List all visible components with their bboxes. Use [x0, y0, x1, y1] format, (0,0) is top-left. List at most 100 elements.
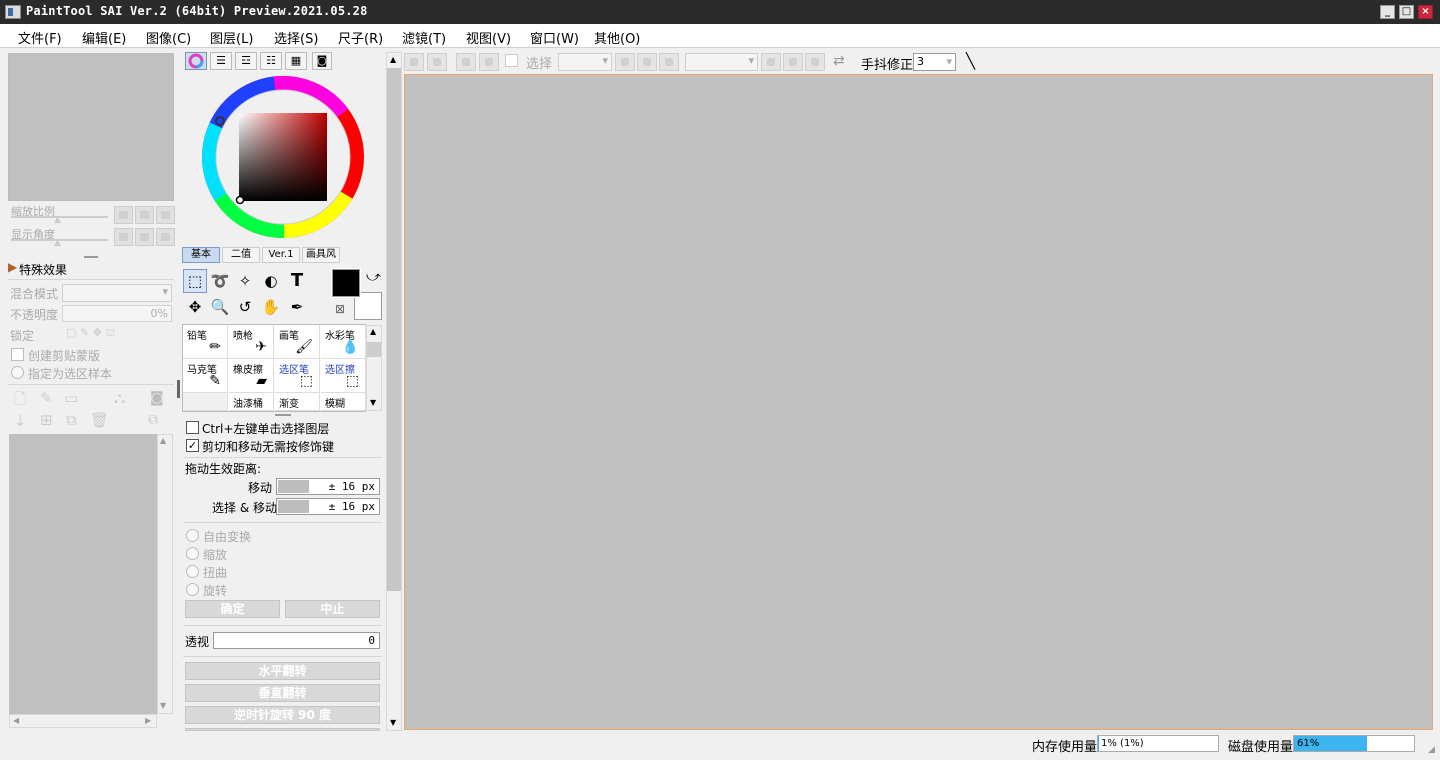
scroll-down-icon[interactable]: ▼: [390, 718, 396, 727]
menu-layer[interactable]: 图层(L): [210, 28, 253, 47]
rgb-sliders-tab[interactable]: ☰: [210, 52, 232, 70]
lasso-tool[interactable]: ➰: [208, 269, 232, 293]
angle-select[interactable]: [685, 53, 758, 71]
menu-filter[interactable]: 滤镜(T): [402, 28, 446, 47]
zoom-slider-thumb[interactable]: ▲: [54, 215, 61, 225]
rect-select-tool[interactable]: ⬚: [183, 269, 207, 293]
text-tool[interactable]: T: [285, 269, 309, 293]
invert-selection-button[interactable]: [479, 53, 499, 71]
left-panel-splitter[interactable]: [177, 380, 180, 398]
menu-ruler[interactable]: 尺子(R): [338, 28, 383, 47]
swatches-tab[interactable]: ☷: [260, 52, 282, 70]
transparent-color-icon[interactable]: ⊠: [335, 302, 345, 316]
scale-radio[interactable]: [186, 547, 199, 560]
brush-cell[interactable]: 选区擦 ⬚: [321, 359, 366, 393]
select-checkbox[interactable]: [505, 54, 518, 67]
brush-cell[interactable]: 模糊: [321, 393, 366, 411]
eyedropper-tool[interactable]: ✒: [285, 295, 309, 319]
color-mixer-tab[interactable]: ◙: [312, 52, 332, 70]
tab-ver1[interactable]: Ver.1: [262, 247, 300, 263]
flip-horizontal-button[interactable]: 水平翻转: [185, 662, 380, 680]
brush-scroll-thumb[interactable]: [367, 342, 381, 357]
duplicate-icon[interactable]: ⧉: [148, 412, 158, 428]
brush-cell[interactable]: 油漆桶: [229, 393, 274, 411]
rotate-radio[interactable]: [186, 583, 199, 596]
minimize-button[interactable]: _: [1380, 5, 1395, 19]
menu-window[interactable]: 窗口(W): [530, 28, 579, 47]
brush-cell[interactable]: 画笔 🖌: [275, 325, 320, 359]
cut-move-checkbox[interactable]: ✓: [186, 439, 199, 452]
clip-mask-checkbox[interactable]: [11, 348, 24, 361]
layer-list[interactable]: [9, 434, 157, 714]
trash-icon[interactable]: 🗑: [90, 411, 109, 429]
panel-splitter[interactable]: [84, 256, 98, 258]
distort-radio[interactable]: [186, 565, 199, 578]
perspective-field[interactable]: 0: [213, 632, 380, 649]
lock-icons[interactable]: ▢ ✎ ✥ ⛫: [66, 326, 115, 341]
brush-cell[interactable]: 马克笔 ✎: [183, 359, 228, 393]
zoom-in-button[interactable]: [637, 53, 657, 71]
color-wheel[interactable]: [200, 74, 368, 242]
layer-list-hscroll[interactable]: [9, 714, 157, 728]
rotate-right-button[interactable]: [783, 53, 803, 71]
stabilizer-select[interactable]: 3: [913, 53, 956, 71]
brush-cell[interactable]: 橡皮擦 ▰: [229, 359, 274, 393]
scroll-down-icon[interactable]: ▼: [370, 398, 376, 407]
undo-button[interactable]: [404, 53, 424, 71]
scroll-up-icon[interactable]: ▲: [390, 55, 396, 64]
swap-colors-icon[interactable]: ⤻: [366, 269, 381, 285]
straight-line-icon[interactable]: ╲: [966, 52, 975, 70]
confirm-button[interactable]: 确定: [185, 600, 280, 618]
move-distance-field[interactable]: ± 16 px: [276, 478, 380, 495]
menu-file[interactable]: 文件(F): [18, 28, 62, 47]
new-folder-icon[interactable]: ▭: [64, 389, 78, 407]
menu-edit[interactable]: 编辑(E): [82, 28, 126, 47]
scroll-right-icon[interactable]: ▶: [145, 716, 151, 725]
nav-rotate-left-button[interactable]: [114, 228, 133, 246]
add-layer-icon[interactable]: ⊞: [40, 411, 53, 429]
rotate-left-button[interactable]: [761, 53, 781, 71]
resize-grip-icon[interactable]: ◢: [1428, 745, 1435, 755]
free-transform-radio[interactable]: [186, 529, 199, 542]
ctrl-click-checkbox[interactable]: [186, 421, 199, 434]
zoom-tool[interactable]: 🔍: [208, 295, 232, 319]
mask-icon[interactable]: ◙: [150, 390, 164, 406]
scroll-down-icon[interactable]: ▼: [160, 701, 166, 710]
menu-image[interactable]: 图像(C): [146, 28, 191, 47]
opacity-field[interactable]: 0%: [62, 305, 172, 322]
canvas[interactable]: [404, 74, 1433, 730]
sel-source-radio[interactable]: [11, 366, 24, 379]
middle-scroll-thumb[interactable]: [387, 68, 401, 591]
deselect-button[interactable]: [456, 53, 476, 71]
nav-rotate-reset-button[interactable]: [156, 228, 175, 246]
zoom-select[interactable]: [558, 53, 612, 71]
expand-arrow-icon[interactable]: ▶: [8, 260, 17, 274]
color-wheel-tab[interactable]: [185, 52, 207, 70]
angle-slider-thumb[interactable]: ▲: [54, 238, 61, 248]
menu-other[interactable]: 其他(O): [594, 28, 640, 47]
scratchpad-tab[interactable]: ▦: [285, 52, 307, 70]
layer-list-vscroll[interactable]: [157, 434, 173, 714]
abort-button[interactable]: 中止: [285, 600, 380, 618]
panel-splitter[interactable]: [275, 414, 291, 416]
rotate-view-tool[interactable]: ↺: [233, 295, 257, 319]
flip-vertical-button[interactable]: 垂直翻转: [185, 684, 380, 702]
zoom-out-button[interactable]: [615, 53, 635, 71]
rotate-reset-button[interactable]: [805, 53, 825, 71]
brush-cell[interactable]: [183, 393, 228, 411]
new-vector-layer-icon[interactable]: ✎: [40, 389, 53, 407]
scroll-left-icon[interactable]: ◀: [13, 716, 19, 725]
nav-zoom-reset-button[interactable]: [156, 206, 175, 224]
tab-painter[interactable]: 画具风: [302, 247, 340, 263]
new-layer-icon[interactable]: 🗋: [14, 389, 26, 414]
brush-cell[interactable]: 渐变: [275, 393, 320, 411]
brush-cell[interactable]: 铅笔 ✏: [183, 325, 228, 359]
scroll-up-icon[interactable]: ▲: [370, 327, 376, 336]
close-button[interactable]: ×: [1418, 5, 1433, 19]
merge-down-icon[interactable]: ⇣: [14, 412, 27, 430]
redo-button[interactable]: [427, 53, 447, 71]
tab-basic[interactable]: 基本: [182, 247, 220, 263]
zoom-reset-button[interactable]: [659, 53, 679, 71]
maximize-button[interactable]: □: [1399, 5, 1414, 19]
brush-cell[interactable]: 水彩笔 💧: [321, 325, 366, 359]
